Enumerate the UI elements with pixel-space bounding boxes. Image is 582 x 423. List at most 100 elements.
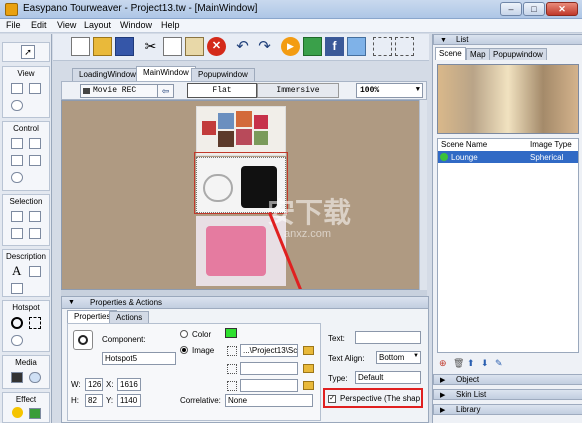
tab-map[interactable]: Map: [466, 48, 490, 60]
browse-folder-icon[interactable]: [303, 346, 314, 355]
list-header: ▼ List: [433, 34, 582, 45]
menu-view[interactable]: View: [57, 20, 76, 30]
tree-effect-icon[interactable]: [29, 408, 41, 419]
zoom-select[interactable]: 100% ▼: [356, 83, 423, 98]
add-scene-icon[interactable]: ⊕: [439, 358, 447, 369]
undo-icon[interactable]: ↶: [233, 37, 252, 56]
button-control-icon[interactable]: [11, 138, 23, 149]
canvas-scrollbar[interactable]: [419, 100, 427, 290]
image-hover-field[interactable]: [240, 362, 298, 375]
delete-icon[interactable]: ✕: [207, 37, 226, 56]
panel-control-icon[interactable]: [29, 138, 41, 149]
collapse-icon[interactable]: ▼: [68, 299, 75, 306]
align-icon[interactable]: [373, 37, 392, 56]
library-section[interactable]: ▶ Library: [433, 404, 582, 415]
movie-rec-button[interactable]: Movie REC: [80, 84, 166, 98]
hotspot-rect-icon[interactable]: [29, 317, 41, 329]
app-logo-icon: [5, 3, 18, 16]
layer-icon[interactable]: [395, 37, 414, 56]
flash-icon[interactable]: [29, 372, 41, 383]
browse-folder-icon[interactable]: [303, 381, 314, 390]
menu-help[interactable]: Help: [161, 20, 180, 30]
tab-loadingwindow[interactable]: LoadingWindow: [72, 68, 143, 82]
redo-icon[interactable]: ↷: [255, 37, 274, 56]
col-image-type[interactable]: Image Type: [530, 140, 572, 149]
tab-scene[interactable]: Scene: [435, 47, 466, 60]
edit-scene-icon[interactable]: ✎: [495, 358, 503, 369]
close-button[interactable]: ✕: [546, 2, 578, 16]
text-field[interactable]: [355, 331, 421, 344]
scene-name-cell: Lounge: [451, 153, 478, 162]
paste-icon[interactable]: [185, 37, 204, 56]
sun-effect-icon[interactable]: [12, 407, 23, 418]
component-name-field[interactable]: Hotspot5: [102, 352, 176, 365]
menu-layout[interactable]: Layout: [84, 20, 111, 30]
export-icon[interactable]: [347, 37, 366, 56]
list-control-icon[interactable]: [11, 155, 23, 166]
color-radio[interactable]: [180, 330, 188, 338]
sound-control-icon[interactable]: [29, 155, 41, 166]
new-file-icon[interactable]: [71, 37, 90, 56]
type-field[interactable]: Default: [355, 371, 421, 384]
text-icon[interactable]: A: [12, 263, 21, 279]
video-icon[interactable]: [11, 372, 23, 383]
tab-popupwindow[interactable]: Popupwindow: [191, 68, 255, 82]
y-field[interactable]: 1140: [117, 394, 141, 407]
hotspot-circle-icon: [78, 335, 88, 345]
correlative-field[interactable]: None: [225, 394, 313, 407]
maximize-button[interactable]: □: [523, 2, 545, 16]
combo-icon[interactable]: [29, 211, 41, 222]
image-icon[interactable]: [11, 83, 23, 94]
toolbox-section-control: Control: [2, 121, 50, 191]
copy-icon[interactable]: [163, 37, 182, 56]
open-folder-icon[interactable]: [93, 37, 112, 56]
menu-window[interactable]: Window: [120, 20, 152, 30]
image-radio[interactable]: [180, 346, 188, 354]
delete-scene-icon[interactable]: 🗑: [453, 358, 464, 369]
back-arrow-icon[interactable]: ⇦: [157, 84, 174, 98]
cut-icon[interactable]: ✂: [141, 37, 160, 56]
scene-list[interactable]: [437, 138, 579, 353]
picture-icon[interactable]: [29, 266, 41, 277]
width-field[interactable]: 126: [85, 378, 103, 391]
x-field[interactable]: 1616: [117, 378, 141, 391]
save-icon[interactable]: [115, 37, 134, 56]
color-swatch[interactable]: [225, 328, 237, 338]
hotspot-polygon-icon[interactable]: [11, 335, 23, 346]
image-path-field[interactable]: ...\Project13\Sc: [240, 344, 298, 357]
tree-icon[interactable]: [29, 228, 41, 239]
menu-edit[interactable]: Edit: [31, 20, 47, 30]
tab-actions[interactable]: Actions: [109, 311, 150, 323]
compass-icon[interactable]: [11, 100, 23, 111]
textbox-icon[interactable]: [11, 283, 23, 294]
pointer-icon[interactable]: ➚: [21, 45, 35, 59]
move-up-icon[interactable]: ⬆: [467, 358, 475, 369]
object-section[interactable]: ▶ Object: [433, 374, 582, 385]
image-pressed-field[interactable]: [240, 379, 298, 392]
list-title: List: [456, 35, 469, 44]
immersive-mode-button[interactable]: Immersive: [257, 83, 339, 98]
frame-icon[interactable]: [29, 83, 41, 94]
dropdown-icon[interactable]: [11, 228, 23, 239]
text-align-select[interactable]: Bottom ▼: [376, 351, 421, 364]
collapse-icon[interactable]: ▼: [440, 36, 447, 45]
preview-icon[interactable]: ▶: [281, 37, 300, 56]
tab-popupwindow-list[interactable]: Popupwindow: [489, 48, 547, 60]
col-scene-name[interactable]: Scene Name: [441, 140, 487, 149]
thumbnail-grid[interactable]: [196, 106, 286, 156]
menu-file[interactable]: File: [6, 20, 21, 30]
minimize-button[interactable]: –: [500, 2, 522, 16]
publish-icon[interactable]: [303, 37, 322, 56]
hotspot-circle-icon[interactable]: [11, 317, 23, 329]
move-down-icon[interactable]: ⬇: [481, 358, 489, 369]
browse-folder-icon[interactable]: [303, 364, 314, 373]
facebook-icon[interactable]: f: [325, 37, 344, 56]
skin-list-section[interactable]: ▶ Skin List: [433, 389, 582, 400]
dial-control-icon[interactable]: [11, 172, 23, 183]
tab-mainwindow[interactable]: MainWindow: [136, 66, 196, 82]
flat-mode-button[interactable]: Flat: [187, 83, 257, 98]
height-field[interactable]: 82: [85, 394, 103, 407]
design-canvas[interactable]: 安下载 anxz.com: [61, 100, 427, 290]
thumbnail-icon[interactable]: [11, 211, 23, 222]
perspective-checkbox[interactable]: ✓: [328, 395, 336, 403]
